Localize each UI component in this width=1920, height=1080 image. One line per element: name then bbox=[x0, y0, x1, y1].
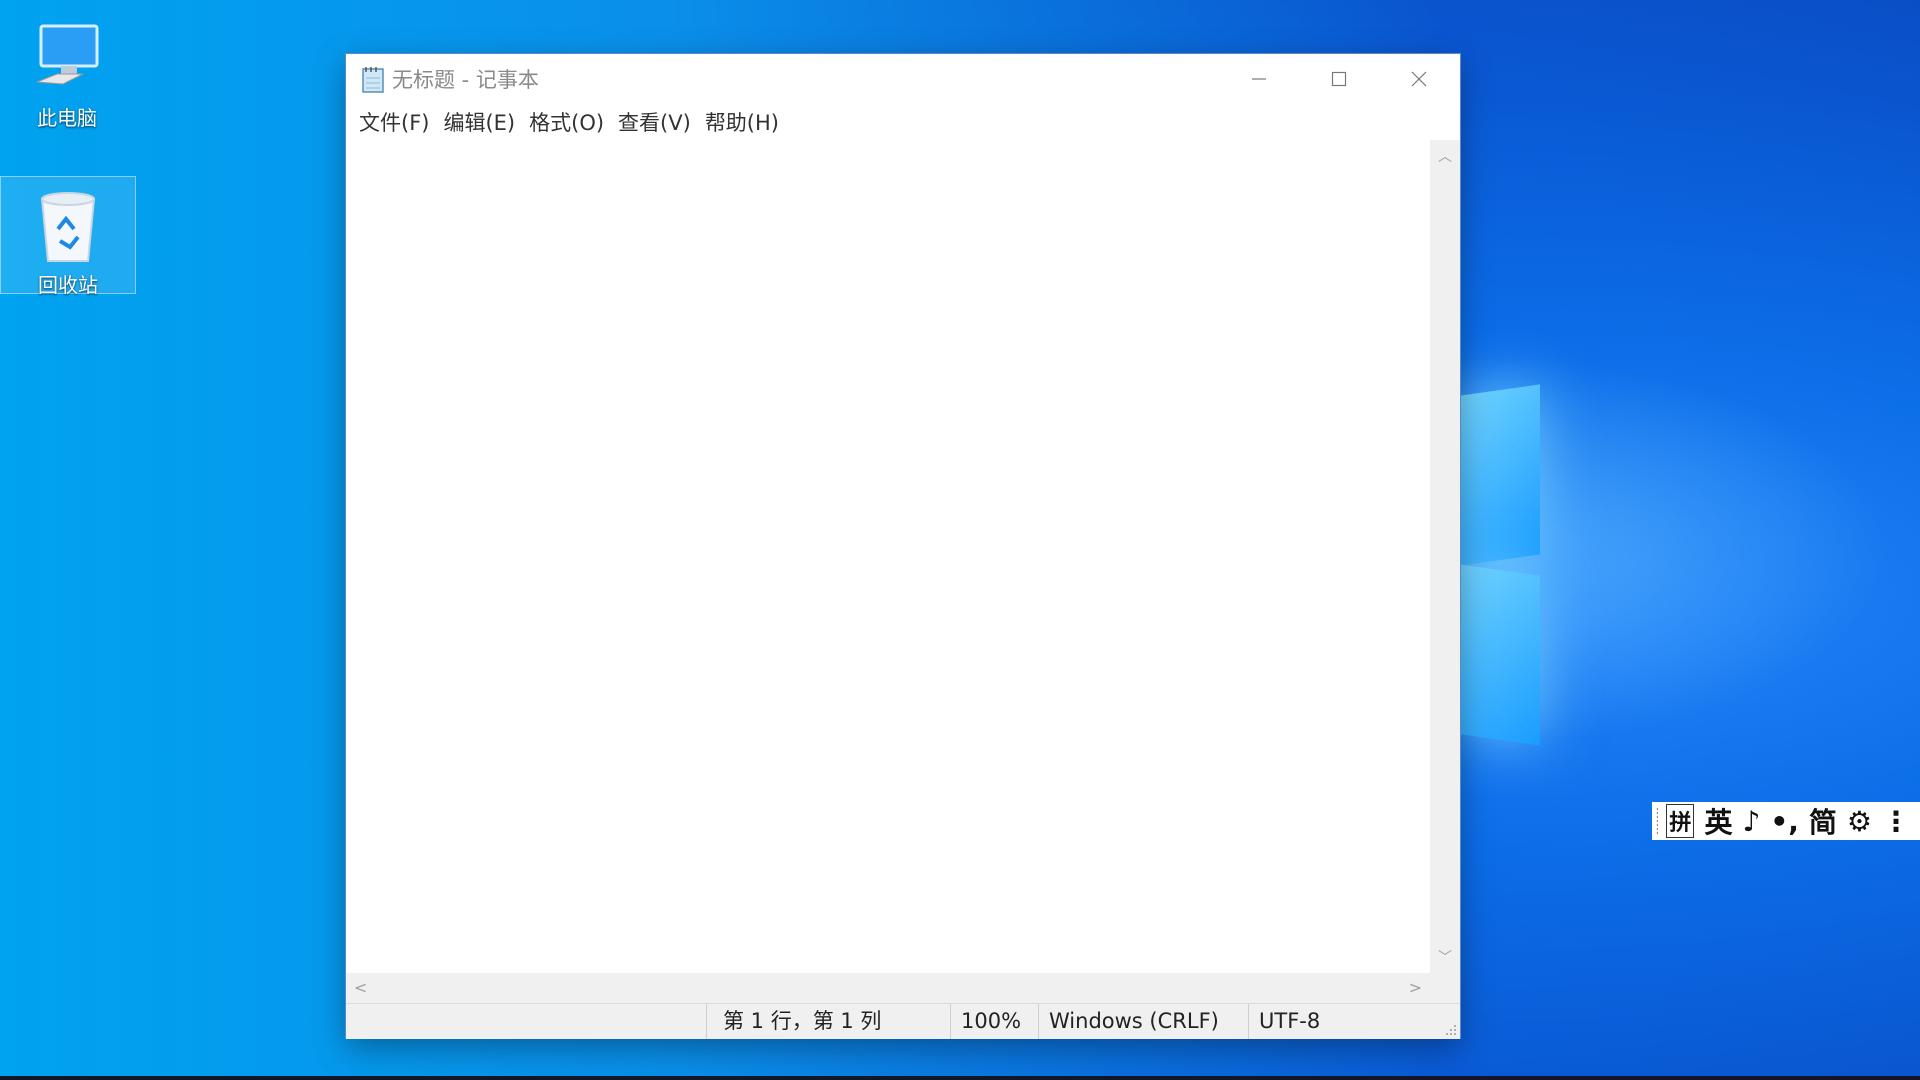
menu-view[interactable]: 查看(V) bbox=[611, 107, 698, 137]
desktop-icon-label: 回收站 bbox=[38, 273, 98, 297]
status-line-ending: Windows (CRLF) bbox=[1038, 1004, 1227, 1039]
text-editor-area[interactable] bbox=[346, 140, 1430, 973]
status-cursor-position: 第 1 行，第 1 列 bbox=[706, 1004, 951, 1039]
menu-bar: 文件(F) 编辑(E) 格式(O) 查看(V) 帮助(H) bbox=[346, 104, 1460, 140]
scrollbar-corner bbox=[1430, 973, 1460, 1003]
status-encoding: UTF-8 bbox=[1248, 1004, 1379, 1039]
status-bar: 第 1 行，第 1 列 100% Windows (CRLF) UTF-8 bbox=[346, 1003, 1460, 1039]
ime-more-icon[interactable]: ⋮ bbox=[1882, 805, 1910, 838]
status-zoom: 100% bbox=[950, 1004, 1033, 1039]
menu-format[interactable]: 格式(O) bbox=[522, 107, 611, 137]
window-title: 无标题 - 记事本 bbox=[392, 68, 539, 92]
minimize-button[interactable] bbox=[1219, 54, 1299, 104]
scroll-down-icon[interactable]: ﹀ bbox=[1438, 947, 1452, 967]
vertical-scrollbar[interactable]: ︿ ﹀ bbox=[1430, 140, 1460, 973]
horizontal-scrollbar[interactable]: < > bbox=[346, 973, 1430, 1003]
ime-settings-icon[interactable]: ⚙ bbox=[1847, 805, 1872, 838]
minimize-icon bbox=[1252, 78, 1266, 80]
computer-icon bbox=[27, 18, 107, 98]
ime-drag-handle[interactable] bbox=[1656, 807, 1659, 835]
taskbar-edge bbox=[0, 1076, 1920, 1080]
windows-logo-wallpaper bbox=[1440, 370, 1640, 750]
ime-toolbar[interactable]: 拼 英 ♪ •, 简 ⚙ ⋮ bbox=[1652, 802, 1920, 840]
desktop-icon-this-pc[interactable]: 此电脑 bbox=[0, 10, 134, 131]
maximize-icon bbox=[1331, 71, 1347, 87]
desktop-icon-label: 此电脑 bbox=[37, 106, 97, 130]
ime-english-icon[interactable]: 英 bbox=[1704, 801, 1732, 841]
ime-moon-icon[interactable]: ♪ bbox=[1742, 805, 1760, 838]
desktop-icon-recycle-bin[interactable]: 回收站 bbox=[0, 176, 136, 297]
notepad-window[interactable]: 无标题 - 记事本 文件(F) 编辑(E) 格式(O) 查看(V) 帮助(H) … bbox=[346, 54, 1460, 1039]
menu-help[interactable]: 帮助(H) bbox=[698, 107, 786, 137]
scroll-left-icon[interactable]: < bbox=[354, 978, 367, 997]
ime-simplified-icon[interactable]: 简 bbox=[1809, 801, 1837, 841]
ime-pinyin-icon[interactable]: 拼 bbox=[1666, 804, 1695, 838]
ime-punctuation-icon[interactable]: •, bbox=[1770, 805, 1799, 838]
scroll-right-icon[interactable]: > bbox=[1409, 978, 1422, 997]
maximize-button[interactable] bbox=[1299, 54, 1379, 104]
notepad-icon bbox=[360, 65, 386, 93]
scroll-up-icon[interactable]: ︿ bbox=[1438, 146, 1452, 166]
menu-edit[interactable]: 编辑(E) bbox=[436, 107, 522, 137]
menu-file[interactable]: 文件(F) bbox=[352, 107, 436, 137]
resize-grip-icon[interactable] bbox=[1445, 1024, 1457, 1036]
close-icon bbox=[1411, 71, 1427, 87]
title-bar[interactable]: 无标题 - 记事本 bbox=[346, 54, 1460, 104]
close-button[interactable] bbox=[1379, 54, 1459, 104]
recycle-bin-icon bbox=[28, 185, 108, 265]
